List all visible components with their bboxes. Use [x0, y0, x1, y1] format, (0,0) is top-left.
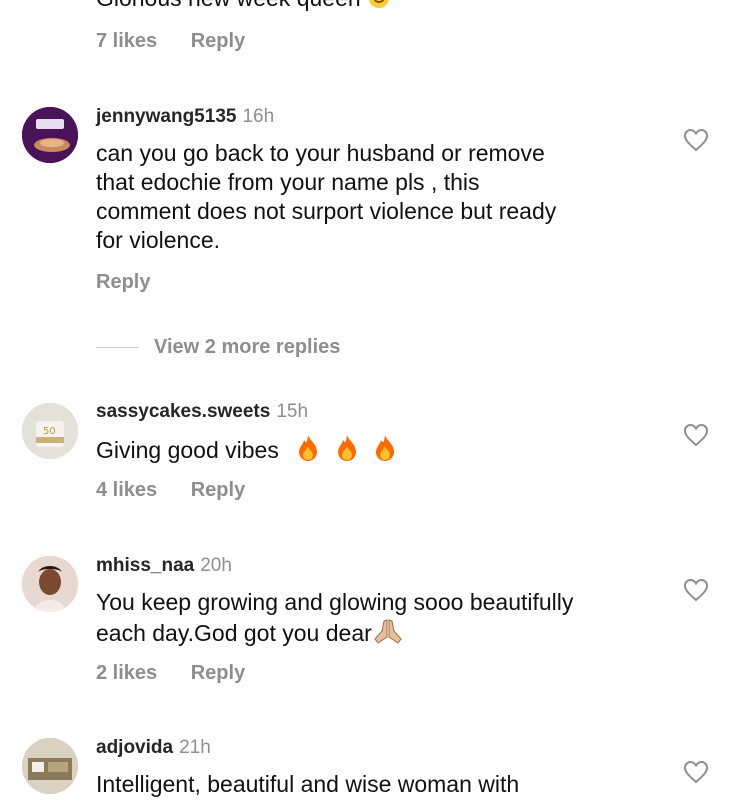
comment-line: for violence. [96, 227, 221, 253]
top-comment-text: Glorious new week queen [96, 0, 391, 17]
likes-count[interactable]: 2 likes [96, 662, 157, 684]
timestamp: 15h [276, 401, 309, 422]
top-comment-meta: 7 likes Reply [96, 30, 273, 53]
fire-icon [372, 434, 398, 469]
praying-hands-icon [372, 617, 404, 652]
fire-icon [334, 434, 360, 469]
likes-count[interactable]: 7 likes [96, 30, 157, 52]
timestamp: 21h [179, 737, 211, 758]
comment-body: Giving good vibes [96, 434, 398, 469]
fire-icon [295, 434, 321, 469]
comment-line: You keep growing and glowing sooo beauti… [96, 589, 574, 615]
likes-count[interactable]: 4 likes [96, 479, 157, 501]
comment-line: can you go back to your husband or remov… [96, 140, 545, 166]
heart-outline-icon[interactable] [683, 578, 709, 602]
comment-header: adjovida 21h [96, 737, 211, 759]
reply-button[interactable]: Reply [96, 271, 150, 293]
comment-header: jennywang5135 16h [96, 106, 274, 128]
avatar[interactable] [22, 107, 78, 163]
username[interactable]: jennywang5135 [96, 106, 236, 127]
avatar[interactable]: 50 [22, 403, 78, 459]
username[interactable]: mhiss_naa [96, 555, 194, 576]
heart-outline-icon[interactable] [683, 128, 709, 152]
comment-meta: Reply [96, 271, 178, 294]
svg-text:50: 50 [43, 426, 56, 437]
comment-header: mhiss_naa 20h [96, 555, 232, 577]
heart-outline-icon[interactable] [683, 760, 709, 784]
comment-line: comment does not surport violence but re… [96, 198, 557, 224]
reply-button[interactable]: Reply [191, 30, 245, 52]
view-more-replies-button[interactable]: View 2 more replies [154, 336, 340, 359]
reply-button[interactable]: Reply [191, 662, 245, 684]
timestamp: 16h [242, 106, 275, 127]
heart-outline-icon[interactable] [683, 423, 709, 447]
comment-body: Intelligent, beautiful and wise woman wi… [96, 771, 520, 797]
username[interactable]: adjovida [96, 737, 173, 758]
smiling-face-icon [367, 0, 391, 17]
comment-meta: 4 likes Reply [96, 479, 273, 502]
avatar[interactable] [22, 556, 78, 612]
timestamp: 20h [200, 555, 232, 576]
username[interactable]: sassycakes.sweets [96, 401, 270, 422]
comment-line: that edochie from your name pls , this [96, 169, 480, 195]
avatar[interactable] [22, 738, 78, 794]
comment-meta: 2 likes Reply [96, 662, 273, 685]
comment-header: sassycakes.sweets 15h [96, 401, 308, 423]
comment-line: each day.God got you dear [96, 617, 573, 652]
divider [96, 347, 138, 348]
reply-button[interactable]: Reply [191, 479, 245, 501]
comment-body: can you go back to your husband or remov… [96, 139, 556, 255]
comment-body: You keep growing and glowing sooo beauti… [96, 588, 573, 652]
